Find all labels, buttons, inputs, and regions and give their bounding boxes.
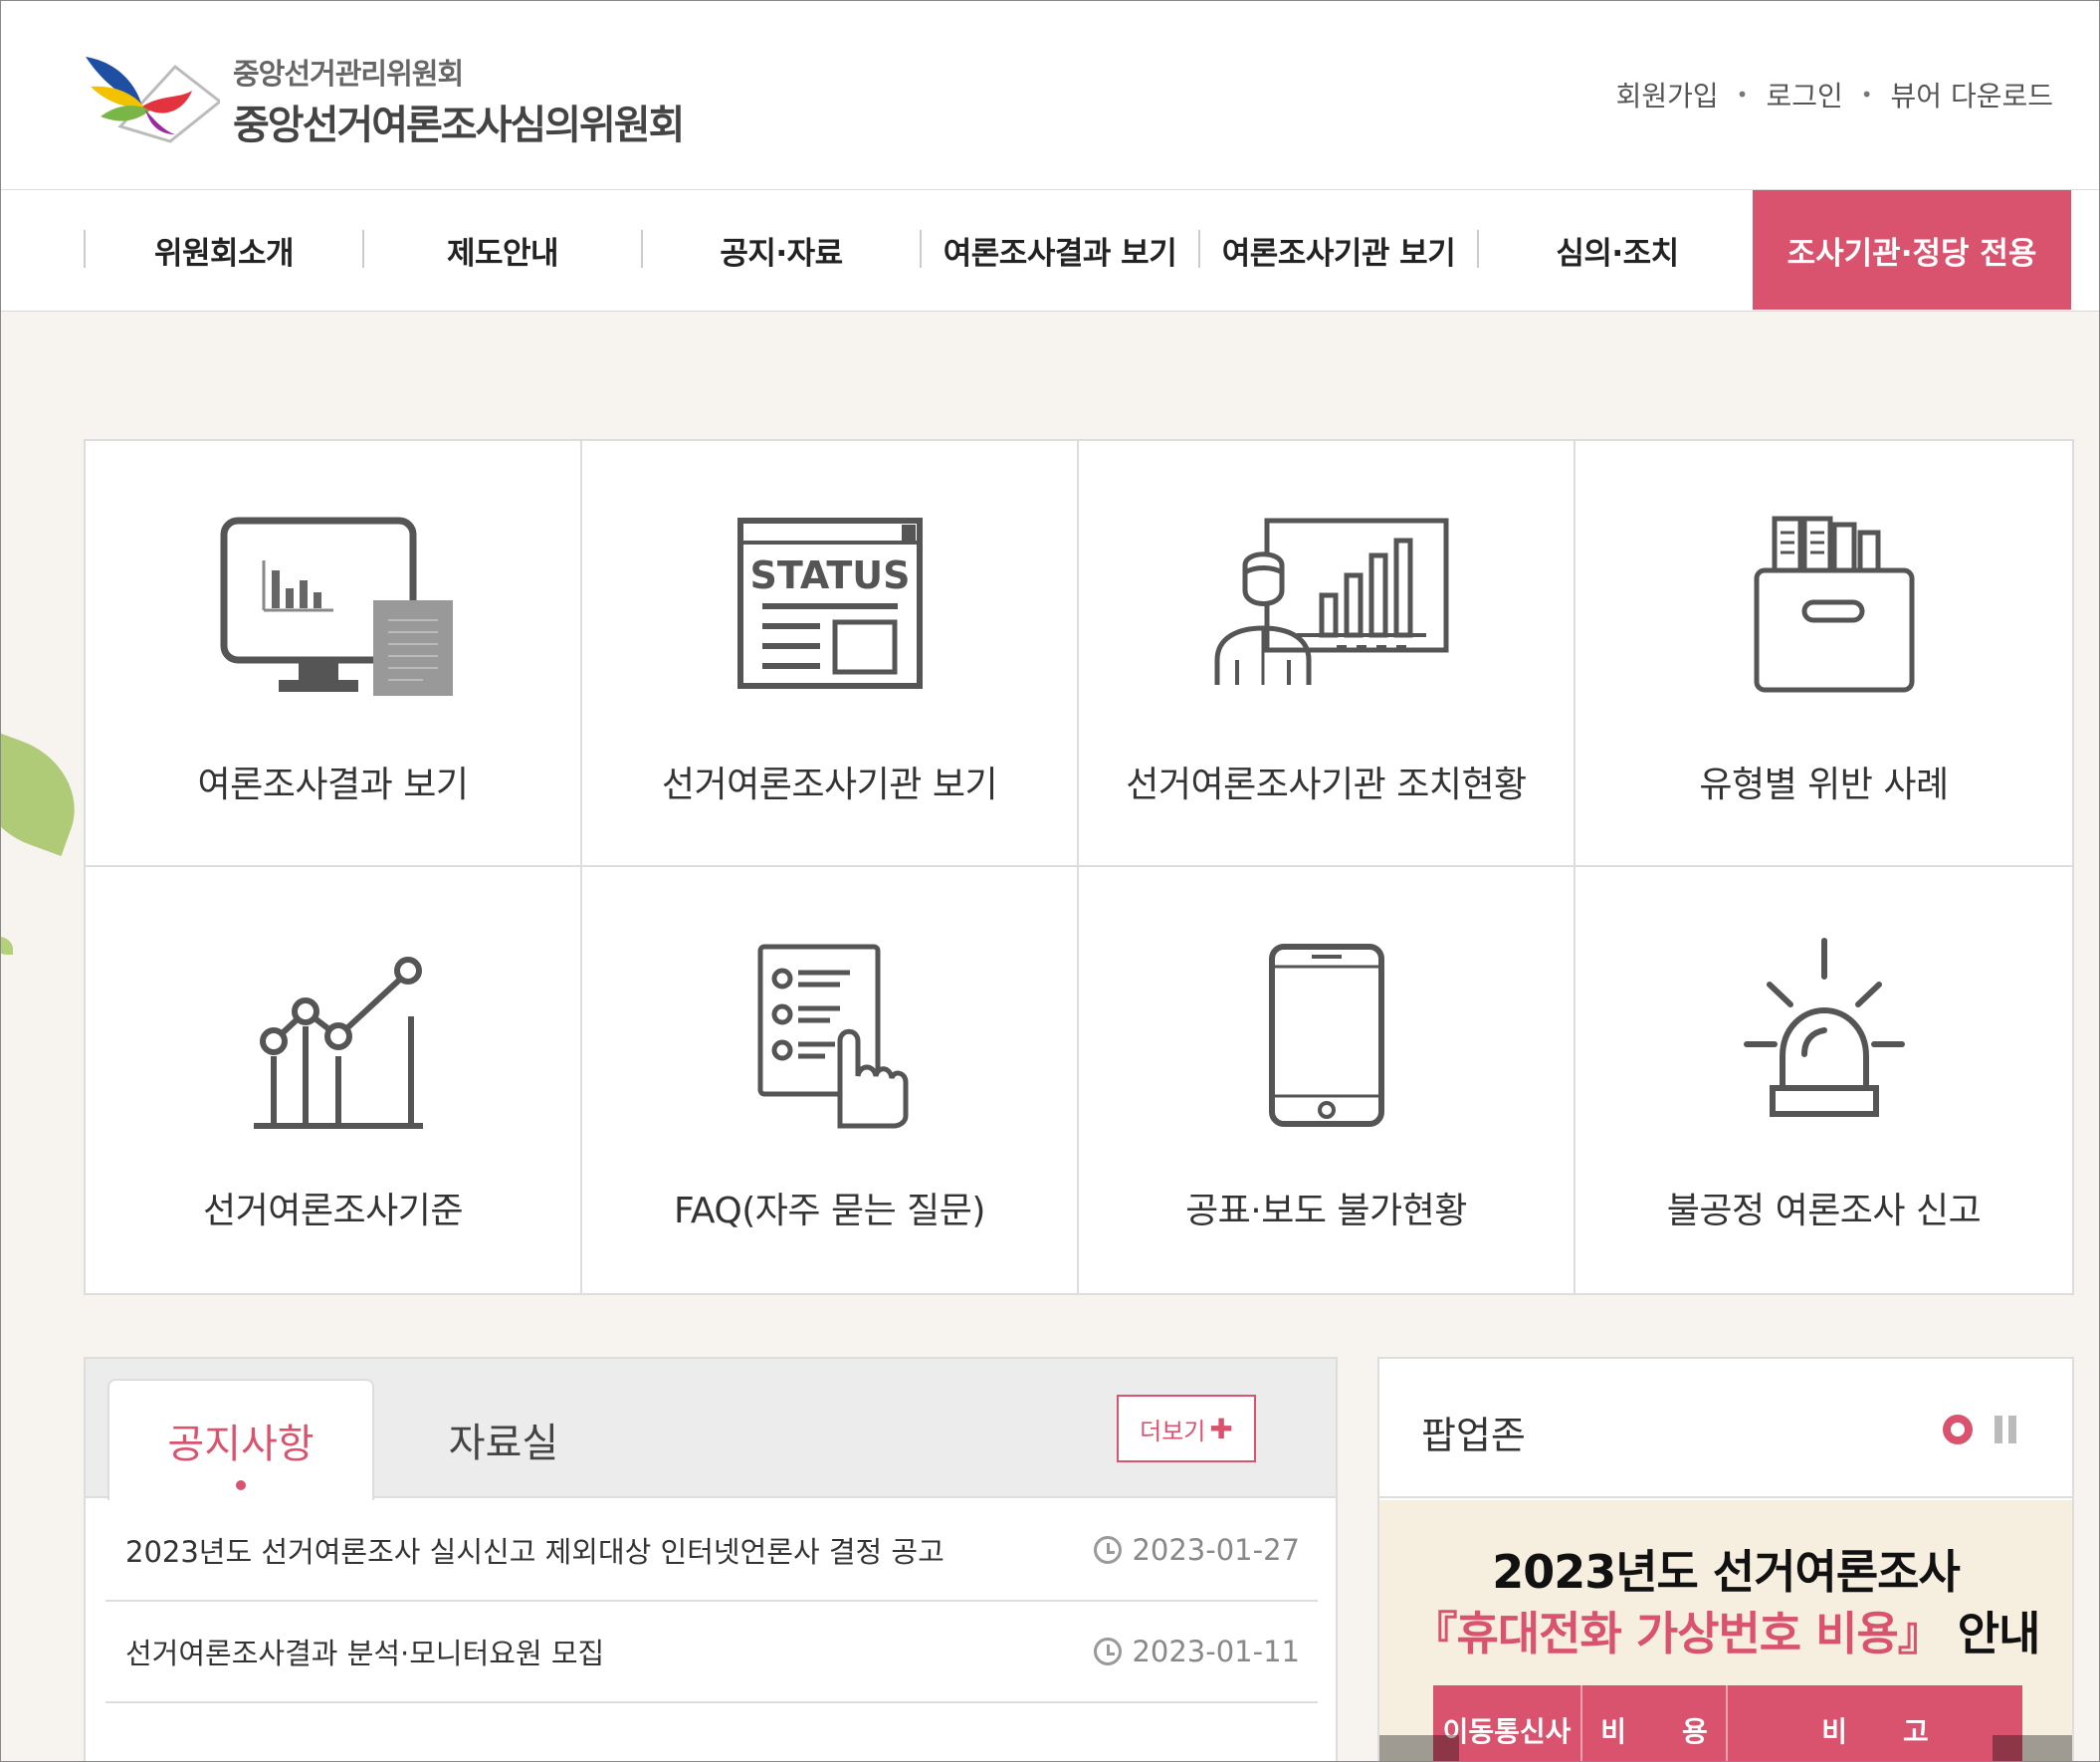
plus-icon: ✚ [1209,1412,1233,1445]
tab-notices[interactable]: 공지사항 [107,1379,374,1500]
org-sub-name: 중앙선거관리위원회 [233,57,464,91]
notice-tabbar: 공지사항 자료실 더보기 ✚ [86,1359,1336,1500]
login-link[interactable]: 로그인 [1766,75,1842,114]
leaf-decoration [1,937,13,955]
slide-indicator-icon[interactable] [1943,1415,1973,1444]
nav-item-poll-agencies[interactable]: 여론조사기관 보기 [1200,190,1477,310]
notice-title[interactable]: 2023년도 선거여론조사 실시신고 제외대상 인터넷언론사 결정 공고 [125,1529,945,1571]
quick-menu-faq[interactable]: FAQ(자주 묻는 질문) [582,867,1079,1293]
banner-heading: 2023년도 선거여론조사 [1492,1545,1961,1599]
quick-menu-label: 선거여론조사기준 [203,1191,463,1231]
quick-menu-poll-agencies[interactable]: STATUS 선거여론조사기관 보기 [582,441,1079,867]
status-document-icon: STATUS [736,518,923,689]
quick-menu-violation-cases[interactable]: 유형별 위반 사례 [1575,441,2072,867]
pause-icon[interactable] [1995,1416,2016,1443]
list-item[interactable]: 2023년도 선거여론조사 실시신고 제외대상 인터넷언론사 결정 공고 202… [105,1500,1318,1602]
notice-date: 2023-01-11 [1094,1635,1300,1668]
popup-zone: 팝업존 2023년도 선거여론조사 『휴대전화 가상번호 비용』 안내 이동통신… [1377,1357,2074,1761]
page-frame: 중앙선거관리위원회 중앙선거여론조사심의위원회 회원가입 • 로그인 • 뷰어 … [0,0,2100,1762]
notice-panel: 공지사항 자료실 더보기 ✚ 2023년도 선거여론조사 실시신고 제외대상 인… [84,1357,1338,1761]
quick-menu-grid: 여론조사결과 보기 STATUS 선거여론조사기관 보기 선거여론조사기관 조치… [84,439,2074,1295]
nav-item-committee[interactable]: 위원회소개 [86,190,362,310]
file-box-icon [1754,516,1914,693]
clock-icon [1094,1638,1123,1665]
nav-item-notice[interactable]: 공지·자료 [643,190,920,310]
agency-party-only-button[interactable]: 조사기관·정당 전용 [1753,190,2071,310]
quick-menu-poll-standards[interactable]: 선거여론조사기준 [86,867,582,1293]
quick-menu-label: 여론조사결과 보기 [197,765,469,805]
list-item[interactable]: 선거여론조사결과 분석·모니터요원 모집 2023-01-11 [105,1602,1318,1703]
prev-slide-button[interactable] [1379,1735,1459,1761]
quick-menu-label: 유형별 위반 사례 [1699,765,1949,805]
more-label: 더보기 [1140,1417,1206,1445]
popup-title: 팝업존 [1421,1414,1526,1457]
date-text: 2023-01-11 [1132,1635,1300,1668]
nav-item-poll-results[interactable]: 여론조사결과 보기 [922,190,1198,310]
banner-suffix: 안내 [1942,1607,2041,1660]
presenter-chart-icon [1214,518,1448,685]
quick-menu-publication-ban[interactable]: 공표·보도 불가현황 [1079,867,1575,1293]
table-header-cost: 비 용 [1582,1685,1728,1761]
smartphone-icon [1268,944,1384,1127]
svg-text:STATUS: STATUS [749,553,910,597]
nesc-logo-icon[interactable] [81,47,220,146]
next-slide-button[interactable] [1993,1735,2072,1761]
line-bar-chart-icon [253,957,423,1129]
quick-menu-label: 공표·보도 불가현황 [1185,1191,1467,1231]
banner-highlight: 『휴대전화 가상번호 비용』 [1411,1607,1944,1660]
nav-item-system[interactable]: 제도안내 [364,190,641,310]
more-button[interactable]: 더보기 ✚ [1117,1395,1256,1462]
separator-dot-icon: • [1860,83,1873,107]
quick-menu-agency-actions[interactable]: 선거여론조사기관 조치현황 [1079,441,1575,867]
siren-icon [1743,938,1905,1117]
quick-menu-label: FAQ(자주 묻는 질문) [674,1191,985,1231]
checklist-hand-icon [757,944,908,1129]
quick-menu-label: 선거여론조사기관 보기 [661,765,998,805]
clock-icon [1094,1536,1123,1564]
tab-archive[interactable]: 자료실 [394,1379,613,1500]
quick-menu-label: 선거여론조사기관 조치현황 [1126,765,1527,805]
notice-list: 2023년도 선거여론조사 실시신고 제외대상 인터넷언론사 결정 공고 202… [105,1500,1318,1703]
monitor-chart-icon [220,517,453,696]
quick-menu-report-unfair-poll[interactable]: 불공정 여론조사 신고 [1575,867,2072,1293]
notice-title[interactable]: 선거여론조사결과 분석·모니터요원 모집 [125,1631,604,1672]
viewer-download-link[interactable]: 뷰어 다운로드 [1891,75,2053,114]
popup-controls [1943,1415,2016,1444]
quick-menu-poll-results[interactable]: 여론조사결과 보기 [86,441,582,867]
notice-date: 2023-01-27 [1094,1533,1300,1567]
quick-menu-label: 불공정 여론조사 신고 [1666,1191,1982,1231]
main-nav: 위원회소개 제도안내 공지·자료 여론조사결과 보기 여론조사기관 보기 심의·… [1,190,2099,312]
popup-banner[interactable]: 2023년도 선거여론조사 『휴대전화 가상번호 비용』 안내 이동통신사 비 … [1379,1500,2072,1761]
signup-link[interactable]: 회원가입 [1616,75,1719,114]
banner-subheading: 『휴대전화 가상번호 비용』 안내 [1379,1598,2072,1663]
date-text: 2023-01-27 [1132,1533,1300,1567]
org-main-name[interactable]: 중앙선거여론조사심의위원회 [233,93,685,150]
popup-header: 팝업존 [1379,1359,2072,1498]
separator-dot-icon: • [1736,83,1749,107]
banner-table-header: 이동통신사 비 용 비 고 [1433,1685,2022,1761]
nav-item-review[interactable]: 심의·조치 [1479,190,1756,310]
site-header: 중앙선거관리위원회 중앙선거여론조사심의위원회 회원가입 • 로그인 • 뷰어 … [1,1,2099,190]
table-header-note: 비 고 [1821,1715,1929,1748]
utility-links: 회원가입 • 로그인 • 뷰어 다운로드 [1616,75,2053,114]
leaf-decoration [1,730,94,856]
